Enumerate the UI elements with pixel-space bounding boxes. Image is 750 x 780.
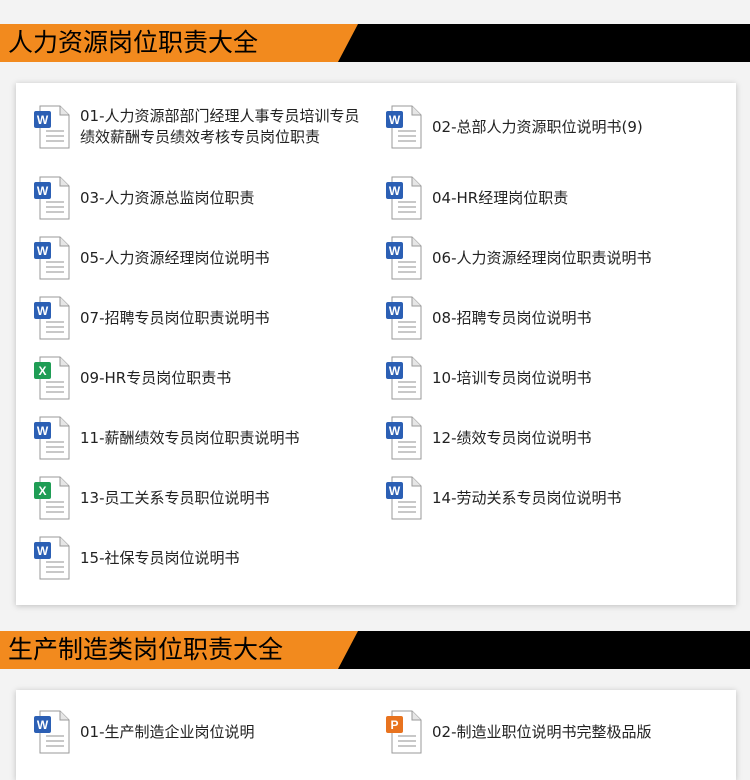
svg-text:W: W [389,484,401,498]
file-name: 13-员工关系专员职位说明书 [80,488,270,507]
word-doc-icon: W [34,536,70,580]
file-name: 09-HR专员岗位职责书 [80,368,232,387]
section-title-manufacturing: 生产制造类岗位职责大全 [0,631,338,669]
banner-slant-decoration [338,631,358,669]
file-list-item[interactable]: W 12-绩效专员岗位说明书 [386,416,712,460]
word-doc-icon: W [34,416,70,460]
word-doc-icon: W [386,356,422,400]
file-name: 02-制造业职位说明书完整极品版 [432,722,652,741]
svg-text:W: W [37,718,49,732]
svg-text:W: W [37,424,49,438]
file-list-item[interactable]: W 14-劳动关系专员岗位说明书 [386,476,712,520]
file-name: 08-招聘专员岗位说明书 [432,308,592,327]
excel-sheet-icon: X [34,476,70,520]
word-doc-icon: W [386,236,422,280]
svg-text:W: W [389,113,401,127]
file-name: 04-HR经理岗位职责 [432,188,569,207]
word-doc-icon: W [386,476,422,520]
file-list-item[interactable]: X 13-员工关系专员职位说明书 [34,476,362,520]
file-list-item[interactable]: W 08-招聘专员岗位说明书 [386,296,712,340]
file-list-item[interactable]: W 07-招聘专员岗位职责说明书 [34,296,362,340]
file-name: 01-人力资源部部门经理人事专员培训专员绩效薪酬专员绩效考核专员岗位职责 [80,107,360,146]
file-list-item[interactable]: X 09-HR专员岗位职责书 [34,356,362,400]
svg-text:P: P [390,718,398,732]
file-list-item[interactable]: W 15-社保专员岗位说明书 [34,536,362,580]
svg-text:W: W [37,184,49,198]
file-list-item[interactable]: W 02-总部人力资源职位说明书(9) [386,105,712,149]
powerpoint-icon: P [386,710,422,754]
file-name: 11-薪酬绩效专员岗位职责说明书 [80,428,300,447]
banner-slant-decoration [338,24,358,62]
word-doc-icon: W [386,176,422,220]
file-name: 10-培训专员岗位说明书 [432,368,592,387]
file-list-panel-hr: W 01-人力资源部部门经理人事专员培训专员绩效薪酬专员绩效考核专员岗位职责 W 02… [16,83,736,605]
file-list-item[interactable]: W 11-薪酬绩效专员岗位职责说明书 [34,416,362,460]
word-doc-icon: W [386,416,422,460]
file-name: 05-人力资源经理岗位说明书 [80,248,270,267]
file-list-panel-manufacturing: W 01-生产制造企业岗位说明 P 02-制造业职位说明书完整极品版 [16,690,736,780]
word-doc-icon: W [34,710,70,754]
file-list-item[interactable]: W 04-HR经理岗位职责 [386,176,712,220]
file-list-item[interactable]: W 05-人力资源经理岗位说明书 [34,236,362,280]
file-name: 14-劳动关系专员岗位说明书 [432,488,622,507]
word-doc-icon: W [34,236,70,280]
file-list-item[interactable]: W 03-人力资源总监岗位职责 [34,176,362,220]
svg-text:W: W [389,184,401,198]
file-name: 07-招聘专员岗位职责说明书 [80,308,270,327]
file-name: 15-社保专员岗位说明书 [80,548,240,567]
svg-text:W: W [37,113,49,127]
file-list-item[interactable]: W 06-人力资源经理岗位职责说明书 [386,236,712,280]
svg-text:X: X [38,484,46,498]
svg-text:X: X [38,364,46,378]
svg-text:W: W [389,424,401,438]
file-list-item[interactable]: P 02-制造业职位说明书完整极品版 [386,710,712,754]
svg-text:W: W [37,544,49,558]
section-banner-hr: 人力资源岗位职责大全 [0,24,750,62]
section-title-hr: 人力资源岗位职责大全 [0,24,338,62]
word-doc-icon: W [34,105,70,149]
file-list-item[interactable]: W 10-培训专员岗位说明书 [386,356,712,400]
svg-text:W: W [389,244,401,258]
section-banner-manufacturing: 生产制造类岗位职责大全 [0,631,750,669]
file-list-item[interactable]: W 01-人力资源部部门经理人事专员培训专员绩效薪酬专员绩效考核专员岗位职责 [34,105,362,149]
svg-text:W: W [37,304,49,318]
svg-text:W: W [389,304,401,318]
file-name: 03-人力资源总监岗位职责 [80,188,255,207]
word-doc-icon: W [34,296,70,340]
word-doc-icon: W [34,176,70,220]
word-doc-icon: W [386,296,422,340]
file-name: 12-绩效专员岗位说明书 [432,428,592,447]
excel-sheet-icon: X [34,356,70,400]
file-name: 02-总部人力资源职位说明书(9) [432,117,643,136]
file-list-item[interactable]: W 01-生产制造企业岗位说明 [34,710,362,754]
word-doc-icon: W [386,105,422,149]
file-name: 01-生产制造企业岗位说明 [80,722,255,741]
svg-text:W: W [389,364,401,378]
file-name: 06-人力资源经理岗位职责说明书 [432,248,652,267]
svg-text:W: W [37,244,49,258]
